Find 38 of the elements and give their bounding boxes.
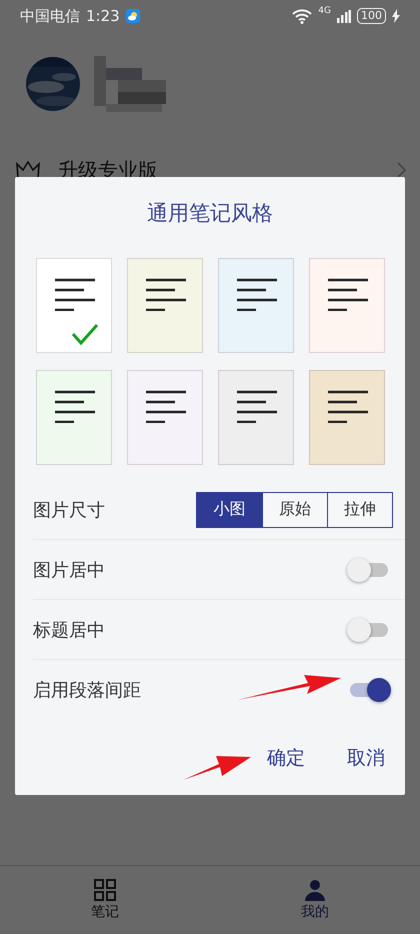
style-swatch[interactable] xyxy=(218,370,294,465)
charging-icon xyxy=(392,9,400,23)
style-swatch[interactable] xyxy=(36,258,112,353)
size-option[interactable]: 小图 xyxy=(197,492,262,526)
setting-label: 启用段落间距 xyxy=(33,678,141,702)
wifi-icon xyxy=(292,8,312,24)
pixelated-name-drawing xyxy=(94,56,166,112)
person-icon xyxy=(304,879,326,901)
signal-icon xyxy=(337,10,351,22)
style-swatch[interactable] xyxy=(127,370,203,465)
style-swatch[interactable] xyxy=(36,370,112,465)
style-swatch[interactable] xyxy=(309,370,385,465)
carrier-name: 中国电信 xyxy=(20,6,80,26)
text-lines-icon xyxy=(327,390,369,423)
dialog-button[interactable]: 确定 xyxy=(267,745,305,771)
text-lines-icon xyxy=(145,390,187,423)
text-lines-icon xyxy=(236,390,278,423)
style-swatch[interactable] xyxy=(309,258,385,353)
text-lines-icon xyxy=(327,278,369,311)
weather-icon xyxy=(126,9,140,23)
dialog-title: 通用笔记风格 xyxy=(146,200,274,227)
setting-label: 标题居中 xyxy=(33,618,105,642)
check-icon xyxy=(71,323,99,345)
text-lines-icon xyxy=(54,278,96,311)
setting-label: 图片居中 xyxy=(33,558,105,582)
text-lines-icon xyxy=(54,390,96,423)
annotation-arrow xyxy=(182,755,252,781)
network-type: 4G xyxy=(318,6,331,16)
dialog-button[interactable]: 取消 xyxy=(347,745,385,771)
chevron-right-icon xyxy=(397,162,406,178)
style-swatch[interactable] xyxy=(218,258,294,353)
text-lines-icon xyxy=(236,278,278,311)
battery-level: 100 xyxy=(357,8,386,24)
clock: 1:23 xyxy=(86,7,120,25)
text-lines-icon xyxy=(145,278,187,311)
setting-label: 图片尺寸 xyxy=(33,498,105,522)
grid-icon xyxy=(94,879,116,901)
style-swatch[interactable] xyxy=(127,258,203,353)
